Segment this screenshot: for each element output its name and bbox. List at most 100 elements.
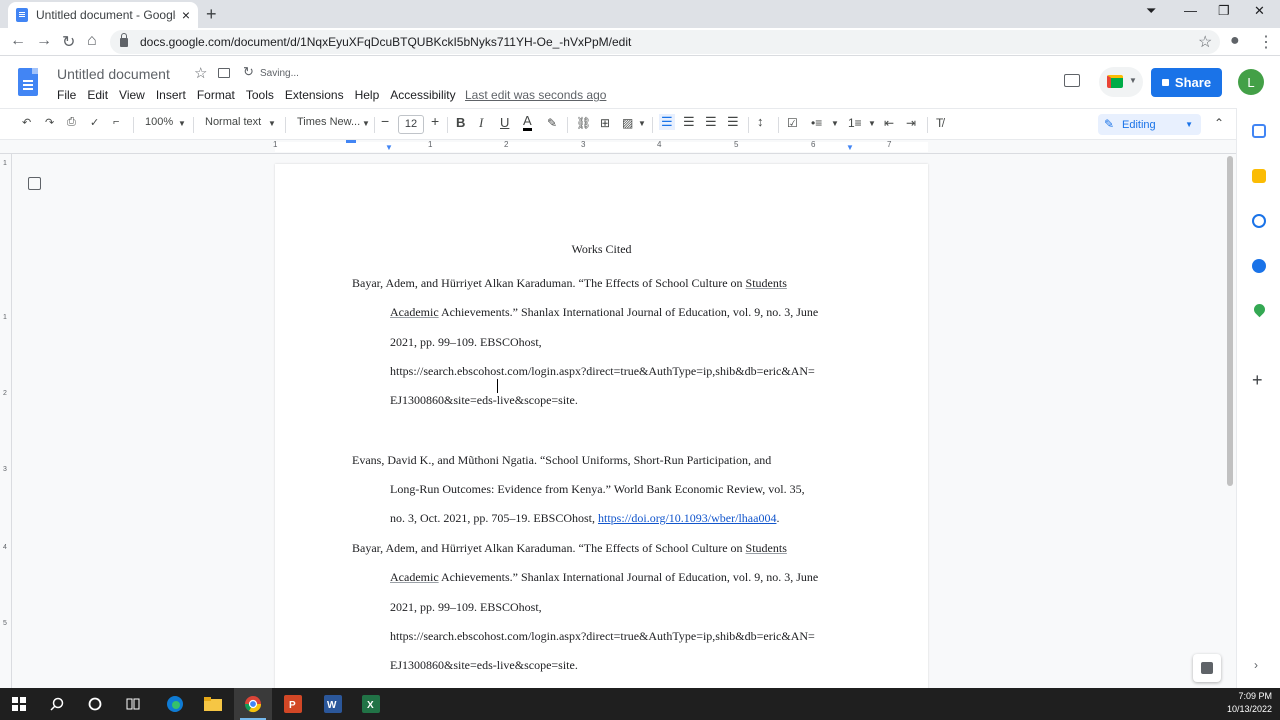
spelling-flagged-word[interactable]: Students	[746, 276, 787, 290]
docs-logo-icon[interactable]	[18, 68, 38, 96]
right-indent-marker[interactable]: ▼	[846, 143, 854, 152]
keep-icon[interactable]	[1252, 169, 1266, 183]
bullet-dropdown-icon[interactable]: ▼	[831, 119, 839, 128]
insert-link-icon[interactable]: ⛓	[576, 116, 591, 130]
image-dropdown-icon[interactable]: ▼	[638, 119, 646, 128]
tasks-icon[interactable]	[1252, 214, 1266, 228]
forward-icon[interactable]: →	[36, 32, 52, 50]
redo-icon[interactable]: ↷	[45, 116, 54, 129]
menu-format[interactable]: Format	[197, 88, 235, 102]
menu-help[interactable]: Help	[355, 88, 380, 102]
collapse-menus-icon[interactable]: ⌃	[1214, 116, 1224, 130]
document-title[interactable]: Untitled document	[57, 66, 170, 82]
browser-menu-icon[interactable]: ⋮	[1258, 32, 1274, 52]
zoom-dropdown-icon[interactable]: ▼	[178, 119, 186, 128]
spelling-flagged-word[interactable]: Students	[746, 541, 787, 555]
numbered-dropdown-icon[interactable]: ▼	[868, 119, 876, 128]
style-dropdown-icon[interactable]: ▼	[268, 119, 276, 128]
menu-edit[interactable]: Edit	[87, 88, 108, 102]
system-clock[interactable]: 7:09 PM 10/13/2022	[1227, 690, 1272, 716]
bulleted-list-icon[interactable]: •≡	[811, 116, 822, 130]
document-page[interactable]: Works Cited Bayar, Adem, and Hürriyet Al…	[275, 164, 928, 688]
profile-dropdown-icon[interactable]: ⏷	[1146, 3, 1156, 19]
calendar-icon[interactable]	[1252, 124, 1266, 138]
home-icon[interactable]: ⌂	[87, 32, 97, 50]
first-line-indent-marker[interactable]	[346, 140, 356, 143]
document-outline-icon[interactable]	[28, 177, 41, 190]
contacts-icon[interactable]	[1252, 259, 1266, 273]
task-view-icon[interactable]	[114, 688, 152, 720]
avatar[interactable]: L	[1238, 69, 1264, 95]
clear-formatting-icon[interactable]: T̸	[936, 116, 943, 130]
checklist-icon[interactable]: ☑	[787, 116, 798, 130]
insert-image-icon[interactable]: ▨	[622, 116, 633, 130]
numbered-list-icon[interactable]: 1≡	[848, 116, 862, 130]
menu-view[interactable]: View	[119, 88, 145, 102]
increase-font-size-icon[interactable]: +	[431, 113, 439, 129]
font-size-input[interactable]: 12	[398, 115, 424, 134]
menu-accessibility[interactable]: Accessibility	[390, 88, 455, 102]
word-icon[interactable]: W	[314, 688, 352, 720]
move-folder-icon[interactable]	[218, 68, 230, 78]
undo-icon[interactable]: ↶	[22, 116, 31, 129]
editing-mode-select[interactable]: ✎ Editing ▼	[1098, 114, 1201, 135]
align-left-icon[interactable]: ☰	[659, 114, 675, 130]
browser-tab[interactable]: Untitled document - Google Docs ×	[8, 2, 198, 28]
highlight-color-icon[interactable]: ✎	[547, 116, 557, 130]
windows-start-icon[interactable]	[0, 688, 38, 720]
maps-icon[interactable]	[1251, 301, 1268, 318]
bold-icon[interactable]: B	[456, 115, 465, 130]
menu-insert[interactable]: Insert	[156, 88, 186, 102]
meet-button[interactable]: ▼	[1099, 67, 1143, 97]
decrease-font-size-icon[interactable]: −	[381, 113, 389, 129]
last-edit-link[interactable]: Last edit was seconds ago	[465, 88, 606, 102]
paint-format-icon[interactable]: ⌐	[113, 116, 119, 128]
increase-indent-icon[interactable]: ⇥	[906, 116, 916, 130]
left-indent-marker[interactable]: ▼	[385, 143, 393, 152]
powerpoint-icon[interactable]: P	[274, 688, 312, 720]
close-tab-icon[interactable]: ×	[182, 7, 190, 23]
vertical-scrollbar[interactable]	[1224, 154, 1236, 688]
font-select[interactable]: Times New...	[297, 116, 360, 128]
style-select[interactable]: Normal text	[205, 116, 261, 128]
back-icon[interactable]: ←	[10, 32, 26, 50]
edge-icon[interactable]	[156, 688, 194, 720]
file-explorer-icon[interactable]	[194, 688, 232, 720]
spellcheck-icon[interactable]: ✓	[90, 116, 99, 129]
star-icon[interactable]: ☆	[194, 64, 207, 82]
maximize-icon[interactable]: ❐	[1218, 3, 1230, 19]
menu-tools[interactable]: Tools	[246, 88, 274, 102]
get-addons-icon[interactable]: +	[1252, 370, 1263, 391]
show-side-panel-icon[interactable]: ›	[1254, 658, 1258, 672]
italic-icon[interactable]: I	[479, 115, 483, 131]
share-button[interactable]: Share	[1151, 68, 1222, 97]
font-dropdown-icon[interactable]: ▼	[362, 119, 370, 128]
underline-icon[interactable]: U	[500, 115, 509, 130]
search-icon[interactable]	[38, 688, 76, 720]
excel-icon[interactable]: X	[352, 688, 390, 720]
spelling-flagged-word[interactable]: Academic	[390, 570, 439, 584]
align-center-icon[interactable]: ☰	[683, 114, 695, 130]
minimize-icon[interactable]: —	[1184, 3, 1197, 18]
align-right-icon[interactable]: ☰	[705, 114, 717, 130]
scrollbar-thumb[interactable]	[1227, 156, 1233, 486]
url-field[interactable]: docs.google.com/document/d/1NqxEyuXFqDcu…	[110, 30, 1220, 54]
new-tab-icon[interactable]: +	[206, 4, 217, 25]
chrome-icon[interactable]	[234, 688, 272, 720]
doi-link[interactable]: https://doi.org/10.1093/wber/lhaa004	[598, 511, 776, 525]
line-spacing-icon[interactable]: ↕	[757, 114, 764, 129]
close-window-icon[interactable]: ✕	[1254, 3, 1265, 19]
decrease-indent-icon[interactable]: ⇤	[884, 116, 894, 130]
justify-icon[interactable]: ☰	[727, 114, 739, 130]
profile-icon[interactable]: ●	[1230, 32, 1240, 50]
menu-extensions[interactable]: Extensions	[285, 88, 344, 102]
explore-button[interactable]	[1193, 654, 1221, 682]
reload-icon[interactable]: ↻	[62, 32, 75, 52]
bookmark-star-icon[interactable]: ☆	[1198, 32, 1212, 52]
comment-history-icon[interactable]	[1064, 74, 1080, 87]
zoom-select[interactable]: 100%	[145, 116, 173, 128]
cortana-icon[interactable]	[76, 688, 114, 720]
menu-file[interactable]: File	[57, 88, 76, 102]
text-color-icon[interactable]: A	[523, 114, 532, 131]
spelling-flagged-word[interactable]: Academic	[390, 305, 439, 319]
